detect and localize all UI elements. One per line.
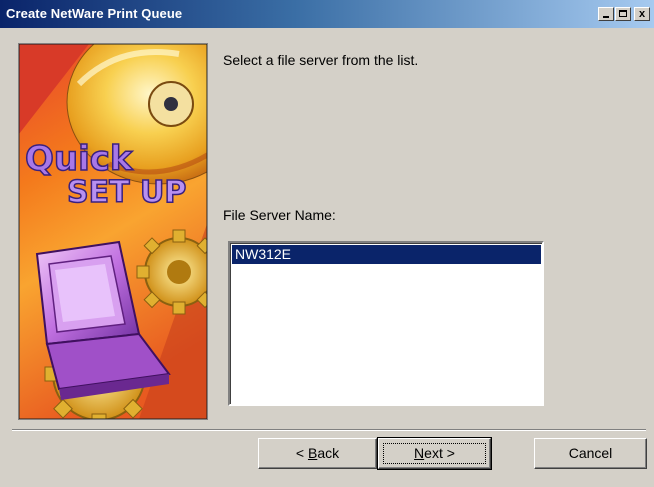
minimize-button[interactable] bbox=[598, 7, 614, 21]
button-divider bbox=[12, 429, 646, 431]
title-bar[interactable]: Create NetWare Print Queue x bbox=[0, 0, 654, 28]
list-item[interactable]: NW312E bbox=[232, 245, 541, 264]
gear-icon bbox=[136, 229, 207, 315]
back-button-prefix: < bbox=[295, 445, 308, 461]
maximize-icon bbox=[619, 10, 627, 17]
window-title: Create NetWare Print Queue bbox=[6, 6, 183, 21]
instruction-text: Select a file server from the list. bbox=[223, 52, 419, 68]
back-button[interactable]: < Back bbox=[258, 438, 377, 469]
cancel-button[interactable]: Cancel bbox=[534, 438, 647, 469]
back-button-label: ack bbox=[317, 445, 340, 461]
close-button[interactable]: x bbox=[634, 7, 650, 21]
maximize-button[interactable] bbox=[615, 7, 631, 21]
file-server-list-inner: NW312E bbox=[230, 243, 542, 404]
quick-text: Quick bbox=[25, 139, 134, 179]
back-button-mnemonic: B bbox=[307, 445, 318, 461]
quick-setup-banner-image: Quick SET UP bbox=[18, 43, 208, 420]
dialog-window: Create NetWare Print Queue x Quick SET U… bbox=[0, 0, 654, 487]
file-server-name-label: File Server Name: bbox=[223, 207, 336, 223]
focus-ring bbox=[383, 443, 486, 464]
next-button[interactable]: Next > bbox=[377, 437, 492, 470]
file-server-list[interactable]: NW312E bbox=[228, 241, 544, 406]
minimize-icon bbox=[603, 16, 609, 18]
close-icon: x bbox=[638, 8, 646, 20]
quick-setup-illustration: Quick SET UP bbox=[19, 44, 207, 419]
setup-text: SET UP bbox=[67, 175, 186, 210]
